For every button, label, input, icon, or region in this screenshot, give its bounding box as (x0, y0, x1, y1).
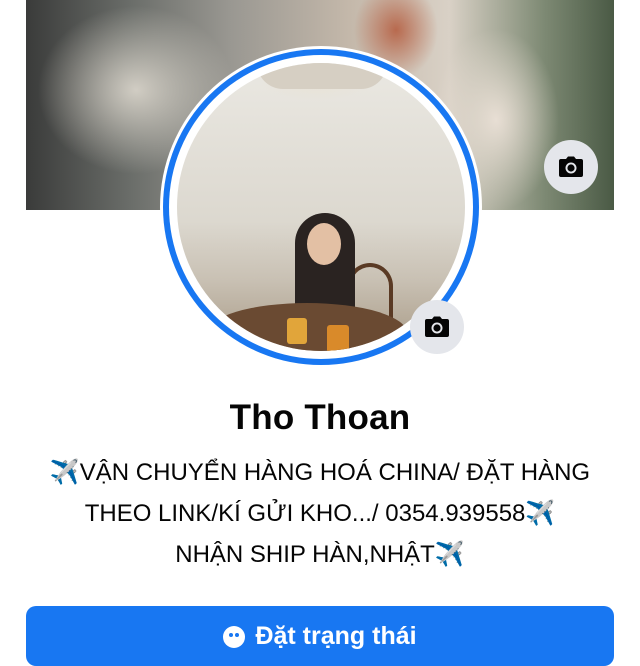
set-status-label: Đặt trạng thái (255, 622, 417, 650)
bio-line: ✈️VẬN CHUYỂN HÀNG HOÁ CHINA/ ĐẶT HÀNG (49, 459, 591, 486)
bio-line: THEO LINK/KÍ GỬI KHO.../ 0354.939558✈️ (84, 500, 556, 527)
camera-icon (559, 156, 583, 177)
set-status-button[interactable]: Đặt trạng thái (26, 606, 614, 666)
camera-icon (425, 316, 449, 337)
bio-line: NHẬN SHIP HÀN,NHẬT✈️ (175, 541, 465, 568)
cover-photo-camera-button[interactable] (544, 140, 598, 194)
profile-name: Tho Thoan (229, 398, 411, 437)
profile-picture-camera-button[interactable] (410, 300, 464, 354)
emoji-icon (223, 626, 246, 648)
profile-bio: ✈️VẬN CHUYỂN HÀNG HOÁ CHINA/ ĐẶT HÀNG TH… (20, 452, 620, 575)
